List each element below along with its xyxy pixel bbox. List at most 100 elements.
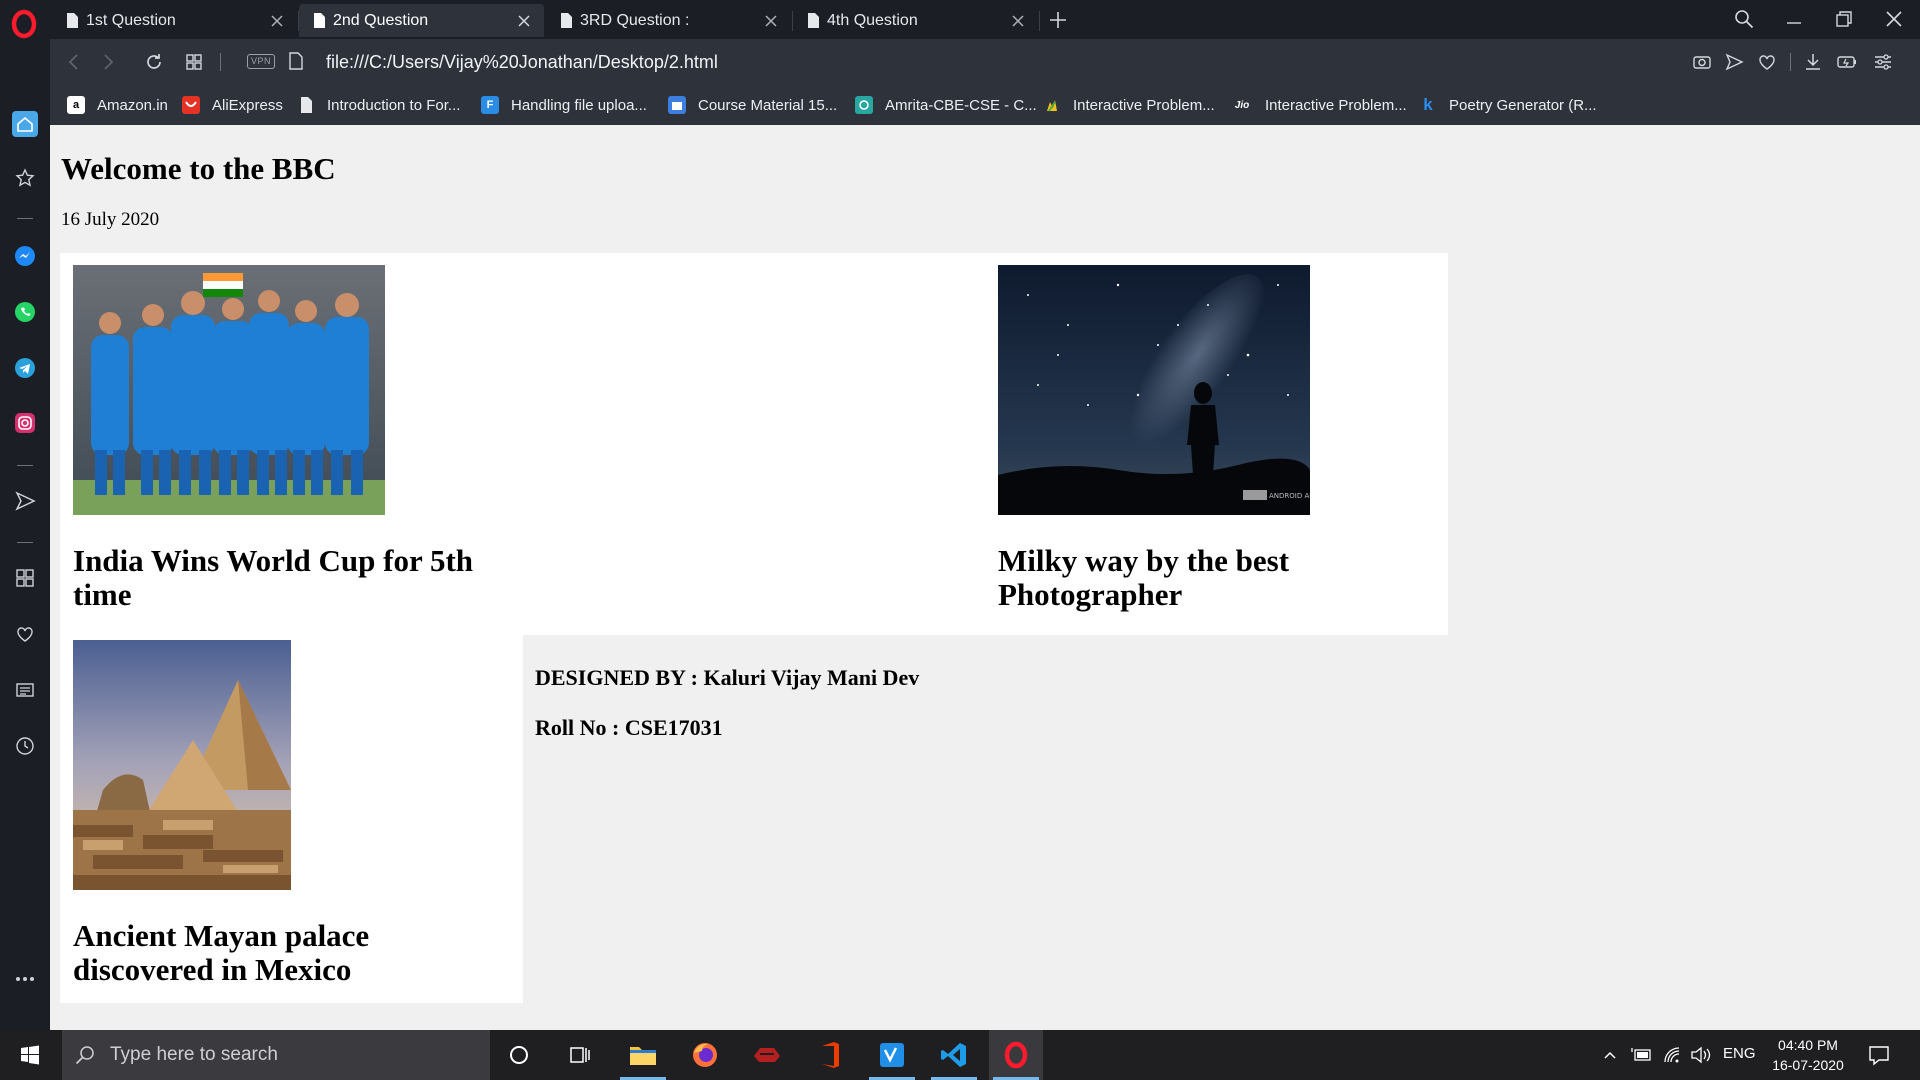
article-headline-milky-way[interactable]: Milky way by the best Photographer [998,544,1378,612]
cricket-team-photo [73,265,385,515]
sidebar-divider [17,465,33,466]
tab-1st-question[interactable]: 1st Question [52,4,297,37]
visual-studio-icon[interactable] [865,1030,919,1080]
back-icon[interactable] [63,51,85,73]
bookmark-label: AliExpress [212,96,283,114]
bookmark-introduction[interactable]: Introduction to For... [297,94,460,116]
gaming-icon[interactable] [740,1030,794,1080]
office-icon[interactable] [803,1030,857,1080]
bookmark-label: Interactive Problem... [1073,96,1215,114]
bookmark-course-material[interactable]: Course Material 15... [668,94,837,116]
workspaces-grid-icon[interactable] [12,565,38,591]
action-center-notification-icon[interactable] [1868,1044,1890,1066]
windows-start-icon[interactable] [3,1030,57,1080]
close-tab-icon[interactable] [763,13,779,29]
restore-icon[interactable] [1833,8,1855,30]
vscode-icon[interactable] [927,1030,981,1080]
windows-taskbar: Type here to search ENG 04:40 PM 16-07-2… [0,1030,1920,1080]
close-tab-icon[interactable] [1010,13,1026,29]
roll-number-text: Roll No : CSE17031 [535,715,723,740]
bookmark-interactive-1[interactable]: Interactive Problem... [1043,94,1215,116]
minimize-icon[interactable] [1783,8,1805,30]
pyramids-photo [73,640,291,890]
close-tab-icon[interactable] [269,13,285,29]
battery-icon[interactable] [1631,1046,1653,1064]
tab-3rd-question[interactable]: 3RD Question : [546,4,791,37]
easy-setup-menu-icon[interactable] [1872,51,1894,73]
download-icon[interactable] [1802,51,1824,73]
bookmark-label: Interactive Problem... [1265,96,1407,114]
firefox-icon[interactable] [678,1030,732,1080]
bookmark-label: Poetry Generator (R... [1449,96,1597,114]
reload-icon[interactable] [143,51,165,73]
tab-4th-question[interactable]: 4th Question [793,4,1038,37]
speed-dial-grid-icon[interactable] [183,51,205,73]
hand-icon [1043,96,1061,114]
page-info-icon[interactable] [288,52,304,70]
task-view-icon[interactable] [553,1030,607,1080]
cortana-icon[interactable] [492,1030,546,1080]
jio-icon: Jio [1234,99,1250,111]
document-icon [561,13,572,28]
language-indicator[interactable]: ENG [1723,1045,1756,1062]
bookmark-amazon[interactable]: a Amazon.in [67,94,168,116]
send-flow-icon[interactable] [1723,51,1745,73]
document-icon [67,13,78,28]
milky-way-photo: ANDROID AUTHORITY [998,265,1310,515]
close-window-icon[interactable] [1883,8,1905,30]
sidebar-divider [17,218,33,219]
wifi-icon[interactable] [1662,1045,1682,1065]
photo-watermark: ANDROID AUTHORITY [1269,492,1310,500]
messenger-icon[interactable] [12,243,38,269]
opera-logo-icon[interactable] [9,9,39,39]
star-icon[interactable] [12,165,38,191]
file-explorer-icon[interactable] [616,1030,670,1080]
article-headline-cricket[interactable]: India Wins World Cup for 5th time [73,544,533,612]
news-reader-icon[interactable] [12,677,38,703]
taskbar-clock[interactable]: 04:40 PM 16-07-2020 [1766,1035,1850,1075]
instagram-icon[interactable] [12,410,38,436]
clock-date: 16-07-2020 [1772,1057,1844,1073]
tab-2nd-question[interactable]: 2nd Question [299,4,544,37]
search-tabs-icon[interactable] [1733,8,1755,30]
bookmark-handling-file[interactable]: F Handling file uploa... [481,94,647,116]
snapshot-camera-icon[interactable] [1691,51,1713,73]
forward-icon[interactable] [97,51,119,73]
bookmarks-bar: a Amazon.in AliExpress Introduction to F… [50,85,1920,125]
search-icon [75,1046,94,1065]
amrita-icon [855,96,873,114]
new-tab-plus-icon[interactable] [1047,9,1069,31]
whatsapp-icon[interactable] [12,299,38,325]
volume-icon[interactable] [1690,1045,1712,1065]
opera-taskbar-icon[interactable] [989,1030,1043,1080]
home-speed-dial-icon[interactable] [12,111,38,137]
show-hidden-icons-chevron-icon[interactable] [1602,1047,1618,1063]
article-headline-pyramids[interactable]: Ancient Mayan palace discovered in Mexic… [73,919,513,987]
flow-send-icon[interactable] [12,488,38,514]
bookmark-amrita[interactable]: Amrita-CBE-CSE - C... [855,94,1037,116]
tab-label: 1st Question [86,11,176,29]
battery-saver-icon[interactable] [1836,51,1858,73]
url-field[interactable]: file:///C:/Users/Vijay%20Jonathan/Deskto… [326,52,718,73]
bookmark-aliexpress[interactable]: AliExpress [182,94,283,116]
web-page-content: Welcome to the BBC 16 July 2020 India Wi… [50,125,1920,1030]
bookmark-heart-icon[interactable] [1756,51,1778,73]
vpn-badge[interactable]: VPN [247,54,275,69]
clock-time: 04:40 PM [1778,1037,1838,1053]
page-date: 16 July 2020 [61,209,160,230]
bookmark-interactive-2[interactable]: Jio Interactive Problem... [1231,94,1407,116]
taskbar-search-box[interactable]: Type here to search [62,1030,490,1080]
address-divider [220,53,221,71]
bookmark-label: Amrita-CBE-CSE - C... [885,96,1037,114]
title-bar: 1st Question 2nd Question 3RD Question :… [0,0,1920,39]
sidebar-divider [17,542,33,543]
telegram-icon[interactable] [12,355,38,381]
bookmarks-heart-icon[interactable] [12,621,38,647]
bookmark-poetry-generator[interactable]: k Poetry Generator (R... [1419,94,1597,116]
history-clock-icon[interactable] [12,733,38,759]
designed-by-text: DESIGNED BY : Kaluri Vijay Mani Dev [535,665,920,690]
k-icon: k [1423,95,1433,114]
bookmark-label: Handling file uploa... [511,96,647,114]
more-options-icon[interactable] [12,966,38,992]
close-tab-icon[interactable] [516,13,532,29]
